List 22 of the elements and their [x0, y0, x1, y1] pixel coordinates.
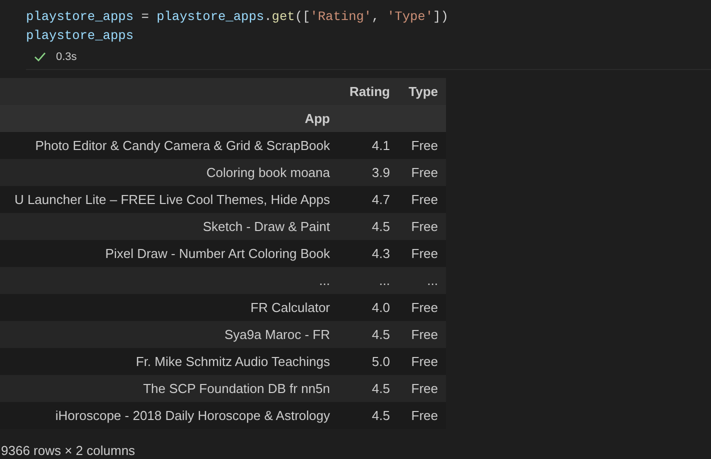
table-shape-text: 9366 rows × 2 columns: [1, 443, 136, 458]
code-line: playstore_apps = playstore_apps.get(['Rating', 'Type']): [26, 8, 450, 26]
table-cell: ...: [338, 267, 398, 294]
index-cell: Coloring book moana: [0, 159, 338, 186]
table-cell: 4.5: [338, 321, 398, 348]
column-header: Type: [398, 78, 446, 105]
index-header: App: [0, 105, 338, 132]
index-cell: The SCP Foundation DB fr nn5n: [0, 375, 338, 402]
execution-time: 0.3s: [56, 51, 77, 63]
table-cell: Free: [398, 321, 446, 348]
table-cell: Free: [398, 159, 446, 186]
table-cell: Free: [398, 375, 446, 402]
code-line: playstore_apps: [26, 27, 135, 45]
table-cell: 3.9: [338, 159, 398, 186]
table-cell: 4.5: [338, 213, 398, 240]
index-cell: Sya9a Maroc - FR: [0, 321, 338, 348]
table-cell: 4.5: [338, 375, 398, 402]
index-cell: Sketch - Draw & Paint: [0, 213, 338, 240]
column-header: Rating: [338, 78, 398, 105]
table-cell: Free: [398, 213, 446, 240]
table-cell: ...: [398, 267, 446, 294]
index-cell: ...: [0, 267, 338, 294]
